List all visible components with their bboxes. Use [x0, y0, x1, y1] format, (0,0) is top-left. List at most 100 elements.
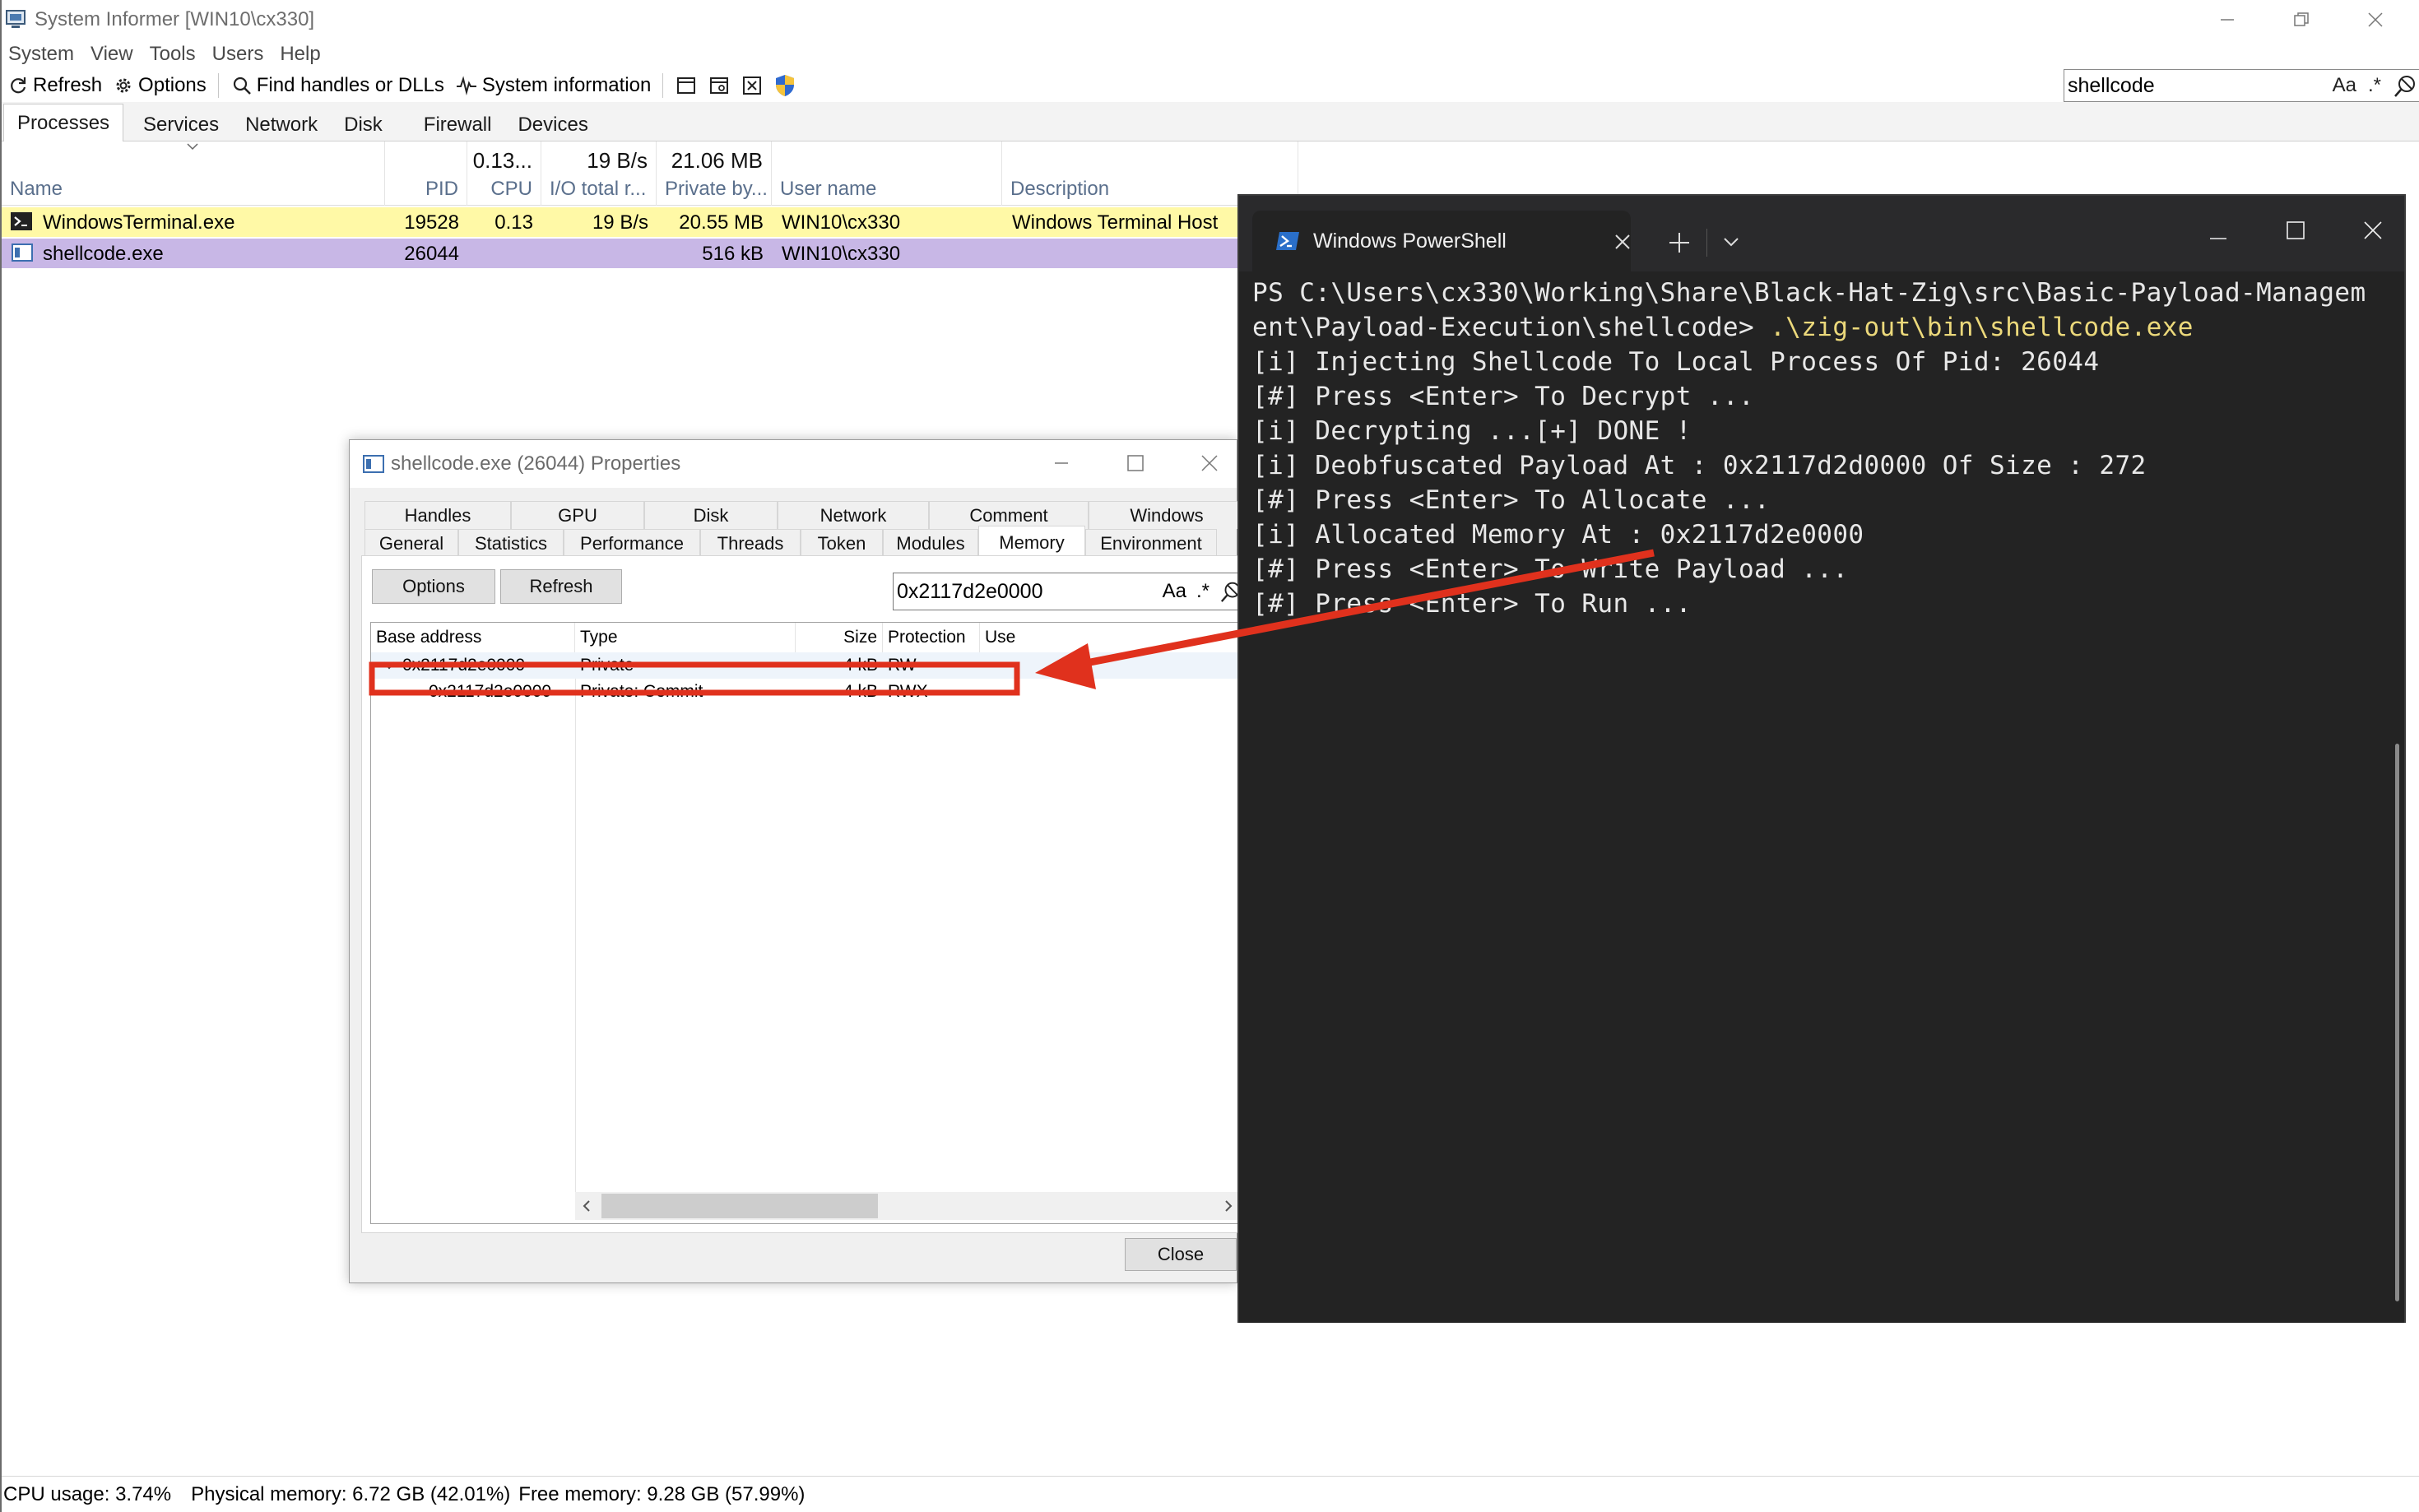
- memory-row[interactable]: 0x2117d2e0000 Private 4 kB RW: [371, 652, 1240, 679]
- terminal-line: [i] Allocated Memory At : 0x2117d2e0000: [1252, 520, 1864, 550]
- terminal-output[interactable]: PS C:\Users\cx330\Working\Share\Black-Ha…: [1239, 271, 2404, 1323]
- tab-threads[interactable]: Threads: [700, 529, 801, 557]
- process-name: WindowsTerminal.exe: [43, 211, 235, 234]
- column-base-address[interactable]: Base address: [371, 623, 575, 652]
- column-pid[interactable]: PID: [385, 141, 467, 206]
- tab-network[interactable]: Network: [232, 109, 331, 141]
- tab-handles[interactable]: Handles: [364, 501, 511, 529]
- clear-search-icon[interactable]: [2393, 73, 2417, 98]
- properties-maximize-button[interactable]: [1098, 443, 1172, 483]
- tab-processes[interactable]: Processes: [3, 104, 124, 141]
- column-use[interactable]: Use: [980, 623, 1240, 652]
- search-input[interactable]: shellcode Aa .*: [2064, 69, 2419, 102]
- regex-toggle[interactable]: .*: [2368, 74, 2381, 97]
- tab-statistics[interactable]: Statistics: [458, 529, 564, 557]
- tab-modules[interactable]: Modules: [883, 529, 978, 557]
- scroll-left-icon[interactable]: [582, 1200, 592, 1212]
- options-button[interactable]: Options: [114, 74, 207, 97]
- column-private-bytes[interactable]: 21.06 MB Private by...: [657, 141, 772, 206]
- tab-token[interactable]: Token: [801, 529, 883, 557]
- close-window-button[interactable]: [740, 73, 764, 98]
- tab-comment[interactable]: Comment: [929, 501, 1089, 529]
- menu-users[interactable]: Users: [212, 43, 264, 66]
- chevron-down-icon[interactable]: [1723, 237, 1739, 248]
- process-icon: [363, 455, 384, 473]
- terminal-tab[interactable]: Windows PowerShell: [1252, 211, 1631, 271]
- maximize-icon[interactable]: [2286, 220, 2305, 240]
- tab-memory[interactable]: Memory: [978, 526, 1085, 559]
- find-handles-button[interactable]: Find handles or DLLs: [232, 74, 444, 97]
- tab-windows[interactable]: Windows: [1089, 501, 1245, 529]
- menu-tools[interactable]: Tools: [150, 43, 196, 66]
- scroll-thumb[interactable]: [601, 1194, 878, 1218]
- toolbar: Refresh Options Find handles or DLLs Sys…: [2, 69, 2419, 102]
- scroll-right-icon[interactable]: [1223, 1200, 1233, 1212]
- regex-toggle[interactable]: .*: [1196, 580, 1210, 603]
- close-dialog-button[interactable]: Close: [1125, 1238, 1237, 1271]
- system-informer-icon: [6, 10, 26, 28]
- properties-title: shellcode.exe (26044) Properties: [391, 452, 681, 475]
- process-pid: 26044: [404, 243, 459, 265]
- match-case-toggle[interactable]: Aa: [1163, 580, 1186, 603]
- tab-environment[interactable]: Environment: [1085, 529, 1217, 557]
- status-bar: CPU usage: 3.74% Physical memory: 6.72 G…: [2, 1476, 2419, 1512]
- window-icon-button[interactable]: [674, 73, 699, 98]
- column-cpu[interactable]: 0.13... CPU: [467, 141, 541, 206]
- process-row-shellcode[interactable]: shellcode.exe 26044 516 kB WIN10\cx330: [2, 239, 1298, 268]
- process-row-windowsterminal[interactable]: WindowsTerminal.exe 19528 0.13 19 B/s 20…: [2, 207, 1298, 237]
- toolbar-separator: [662, 73, 664, 98]
- column-protection[interactable]: Protection: [883, 623, 980, 652]
- tab-services[interactable]: Services: [130, 109, 232, 141]
- toolbar-separator: [217, 73, 219, 98]
- properties-minimize-button[interactable]: [1024, 443, 1098, 483]
- tab-disk[interactable]: Disk: [644, 501, 778, 529]
- maximize-icon: [1127, 455, 1144, 471]
- new-tab-icon[interactable]: [1669, 232, 1690, 253]
- tab-divider: [1706, 229, 1707, 257]
- process-user: WIN10\cx330: [782, 211, 901, 234]
- refresh-button[interactable]: Refresh: [8, 74, 102, 97]
- memory-row-highlighted[interactable]: 0x2117d2e0000 Private: Commit 4 kB RWX: [371, 679, 1240, 705]
- tab-performance[interactable]: Performance: [564, 529, 700, 557]
- find-window-button[interactable]: [707, 73, 731, 98]
- tab-disk[interactable]: Disk: [331, 109, 396, 141]
- options-button[interactable]: Options: [372, 569, 495, 604]
- menu-help[interactable]: Help: [280, 43, 320, 66]
- column-user-name[interactable]: User name: [772, 141, 1002, 206]
- menu-system[interactable]: System: [8, 43, 74, 66]
- column-type[interactable]: Type: [575, 623, 796, 652]
- tab-devices[interactable]: Devices: [504, 109, 601, 141]
- close-tab-icon[interactable]: [1614, 234, 1631, 250]
- close-icon[interactable]: [2363, 220, 2383, 240]
- minimize-icon[interactable]: [2208, 229, 2228, 248]
- match-case-toggle[interactable]: Aa: [2333, 74, 2356, 97]
- shield-button[interactable]: [773, 73, 797, 98]
- close-icon: [2368, 12, 2383, 27]
- terminal-scrollbar[interactable]: [2395, 744, 2399, 1301]
- tab-gpu[interactable]: GPU: [511, 501, 644, 529]
- minimize-icon: [2221, 19, 2234, 21]
- chevron-down-icon[interactable]: [383, 661, 396, 670]
- memory-filter-input[interactable]: 0x2117d2e0000 Aa .*: [893, 573, 1247, 610]
- tab-general[interactable]: General: [364, 529, 458, 557]
- horizontal-scrollbar[interactable]: [575, 1192, 1240, 1220]
- column-size[interactable]: Size: [796, 623, 883, 652]
- menu-bar: System View Tools Users Help: [2, 39, 331, 69]
- properties-title-bar: shellcode.exe (26044) Properties: [350, 440, 1237, 488]
- system-information-button[interactable]: System information: [456, 74, 651, 97]
- region-size: 4 kB: [843, 656, 878, 675]
- restore-button[interactable]: [2264, 0, 2338, 39]
- terminal-process-icon: [11, 212, 32, 230]
- column-name[interactable]: Name: [2, 141, 385, 206]
- close-window-icon: [743, 77, 762, 95]
- tab-firewall[interactable]: Firewall: [411, 109, 505, 141]
- refresh-button[interactable]: Refresh: [500, 569, 622, 604]
- close-button[interactable]: [2338, 0, 2412, 39]
- tab-network[interactable]: Network: [778, 501, 929, 529]
- column-io[interactable]: 19 B/s I/O total r...: [541, 141, 657, 206]
- base-address: 0x2117d2e0000: [429, 682, 552, 701]
- properties-close-button[interactable]: [1172, 443, 1247, 483]
- window-title: System Informer [WIN10\cx330]: [35, 8, 315, 30]
- menu-view[interactable]: View: [91, 43, 133, 66]
- minimize-button[interactable]: [2190, 0, 2264, 39]
